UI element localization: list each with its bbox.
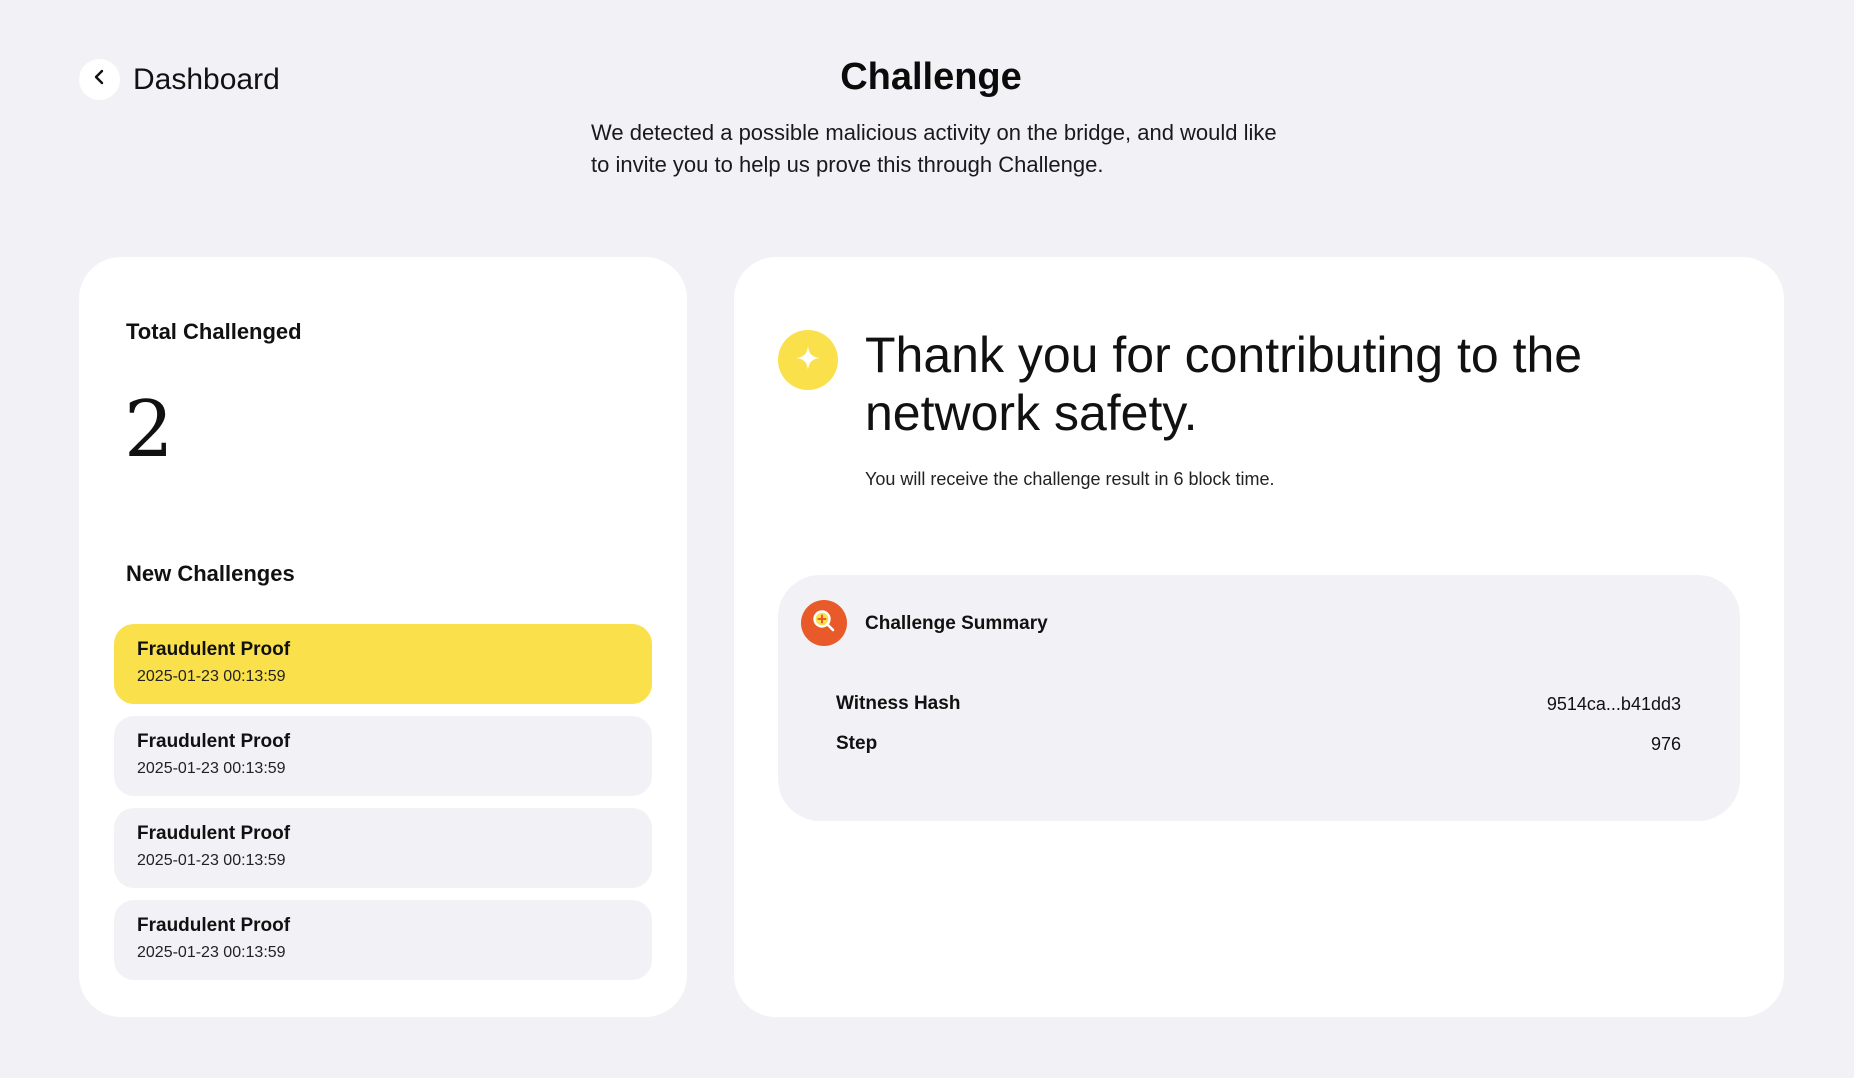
summary-badge — [801, 600, 847, 646]
summary-key: Witness Hash — [836, 693, 961, 714]
challenge-item[interactable]: Fraudulent Proof 2025-01-23 00:13:59 — [114, 900, 652, 980]
challenge-item[interactable]: Fraudulent Proof 2025-01-23 00:13:59 — [114, 716, 652, 796]
result-panel: Thank you for contributing to the networ… — [734, 257, 1784, 1017]
challenge-item-time: 2025-01-23 00:13:59 — [137, 944, 286, 961]
challenge-item-time: 2025-01-23 00:13:59 — [137, 760, 286, 777]
result-note: You will receive the challenge result in… — [865, 469, 1275, 489]
summary-key: Step — [836, 733, 878, 754]
challenge-item-title: Fraudulent Proof — [137, 915, 291, 936]
challenge-item-title: Fraudulent Proof — [137, 823, 291, 844]
page-title: Challenge — [840, 56, 1022, 98]
new-challenges-label: New Challenges — [126, 561, 295, 586]
challenge-item-time: 2025-01-23 00:13:59 — [137, 668, 286, 685]
challenge-page: Dashboard Challenge We detected a possib… — [0, 0, 1854, 1078]
challenge-item-selected[interactable]: Fraudulent Proof 2025-01-23 00:13:59 — [114, 624, 652, 704]
summary-title: Challenge Summary — [865, 613, 1048, 634]
challenge-item-time: 2025-01-23 00:13:59 — [137, 852, 286, 869]
page-subtitle: We detected a possible malicious activit… — [591, 120, 1277, 177]
total-challenged-label: Total Challenged — [126, 319, 302, 344]
challenge-list: Fraudulent Proof 2025-01-23 00:13:59 Fra… — [114, 624, 652, 992]
summary-row-step: Step 976 — [836, 733, 1681, 755]
sparkle-badge — [778, 330, 838, 390]
challenge-item[interactable]: Fraudulent Proof 2025-01-23 00:13:59 — [114, 808, 652, 888]
search-icon — [810, 607, 838, 640]
total-challenged-count: 2 — [124, 385, 174, 475]
summary-value: 9514ca...b41dd3 — [1546, 693, 1681, 714]
thank-you-heading: Thank you for contributing to the networ… — [865, 327, 1583, 441]
sparkle-icon — [794, 344, 822, 377]
summary-value: 976 — [1650, 733, 1681, 754]
challenge-item-title: Fraudulent Proof — [137, 639, 291, 660]
challenge-summary: Challenge Summary Witness Hash 9514ca...… — [778, 575, 1740, 821]
challenges-panel: Total Challenged 2 New Challenges Fraudu… — [79, 257, 687, 1017]
challenge-item-title: Fraudulent Proof — [137, 731, 291, 752]
summary-row-witness-hash: Witness Hash 9514ca...b41dd3 — [836, 693, 1681, 715]
